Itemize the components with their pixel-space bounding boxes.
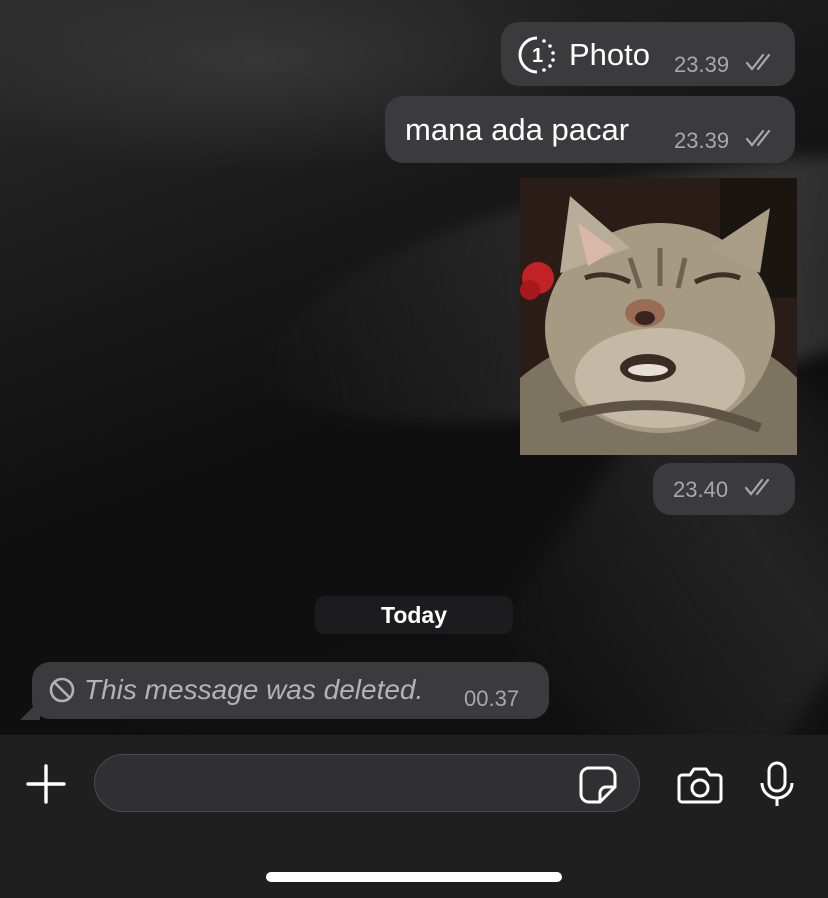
message-time: 00.37 <box>464 686 520 711</box>
message-text: Photo <box>569 37 651 72</box>
message-text: This message was deleted. <box>84 674 424 705</box>
double-check-icon <box>745 52 775 77</box>
double-check-icon <box>745 128 775 153</box>
deleted-message[interactable]: This message was deleted. 00.37 <box>20 662 549 720</box>
ban-icon <box>48 676 76 709</box>
view-once-photo-message[interactable]: 1 Photo 23.39 <box>501 22 795 86</box>
composer-bar <box>0 735 828 898</box>
message-time: 23.40 <box>673 477 729 502</box>
message-input[interactable] <box>94 754 640 812</box>
cat-sticker-image[interactable] <box>520 178 797 455</box>
sticker-meta: 23.40 <box>653 463 795 515</box>
text-message[interactable]: mana ada pacar 23.39 <box>385 96 795 163</box>
double-check-icon <box>744 477 774 502</box>
sticker-icon[interactable] <box>578 765 618 810</box>
date-separator: Today <box>315 596 513 634</box>
message-text: mana ada pacar <box>405 112 630 147</box>
message-time: 23.39 <box>674 52 730 77</box>
message-time: 23.39 <box>674 128 730 153</box>
svg-text:1: 1 <box>532 45 543 67</box>
plus-icon[interactable] <box>26 764 66 809</box>
bubble-tail <box>20 700 40 720</box>
view-once-icon: 1 <box>517 35 557 80</box>
home-indicator <box>266 872 562 882</box>
camera-icon[interactable] <box>677 766 723 809</box>
microphone-icon[interactable] <box>758 761 796 814</box>
